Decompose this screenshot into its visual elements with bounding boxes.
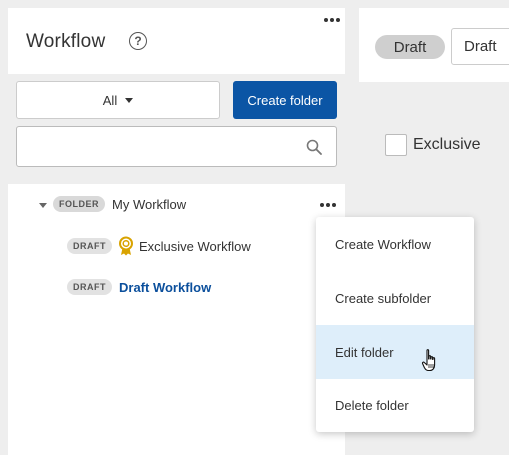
menu-item-create-subfolder[interactable]: Create subfolder (316, 271, 474, 325)
panel-title: Workflow (26, 31, 106, 52)
hand-cursor-icon (421, 349, 436, 372)
dot (330, 18, 334, 22)
dot (332, 203, 336, 207)
workflow-tree (8, 184, 345, 455)
status-select-value: Draft (464, 38, 497, 55)
dot (320, 203, 324, 207)
status-badge: Draft (375, 35, 445, 59)
folder-more-icon[interactable] (317, 200, 339, 210)
menu-item-edit-folder[interactable]: Edit folder (316, 325, 474, 379)
dot (324, 18, 328, 22)
menu-item-create-workflow[interactable]: Create Workflow (316, 217, 474, 271)
filter-dropdown[interactable]: All (16, 81, 220, 119)
create-folder-button[interactable]: Create folder (233, 81, 337, 119)
exclusive-label: Exclusive (413, 136, 481, 153)
more-horizontal-icon[interactable] (321, 15, 343, 25)
status-select[interactable]: Draft (451, 28, 509, 65)
dot (326, 203, 330, 207)
chevron-down-icon (125, 97, 134, 103)
folder-badge: FOLDER (53, 196, 105, 212)
draft-badge: DRAFT (67, 279, 112, 295)
expand-caret-icon[interactable] (39, 203, 47, 208)
draft-badge: DRAFT (67, 238, 112, 254)
search-icon[interactable] (306, 139, 322, 155)
search-input[interactable] (16, 126, 337, 167)
filter-selected-value: All (102, 92, 118, 108)
tree-item-draft-workflow[interactable]: Draft Workflow (119, 280, 211, 295)
tree-folder-label[interactable]: My Workflow (112, 197, 186, 212)
exclusive-checkbox[interactable] (385, 134, 407, 156)
dot (336, 18, 340, 22)
folder-context-menu: Create Workflow Create subfolder Edit fo… (316, 217, 474, 432)
help-glyph: ? (134, 34, 142, 48)
menu-item-delete-folder[interactable]: Delete folder (316, 378, 474, 432)
question-circle-icon[interactable]: ? (129, 32, 147, 50)
award-icon (119, 236, 133, 256)
tree-item-exclusive-workflow[interactable]: Exclusive Workflow (139, 239, 251, 254)
